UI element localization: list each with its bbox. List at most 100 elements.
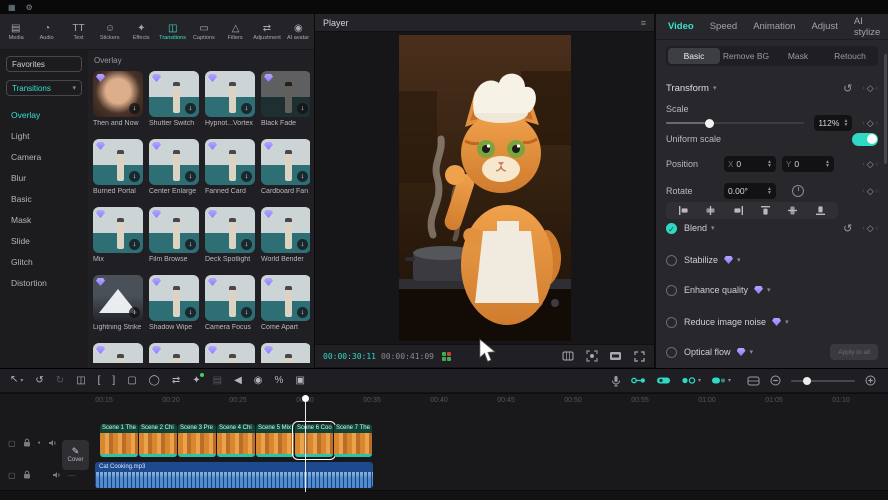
scale-slider[interactable] xyxy=(666,122,804,124)
sidebar-item-light[interactable]: Light xyxy=(6,125,82,146)
scale-value-field[interactable]: 112% ▲▼ xyxy=(814,115,852,131)
transitions-group-dropdown[interactable]: Transitions ▾ xyxy=(6,80,82,96)
transition-fanned-card[interactable]: ↓ Fanned Card xyxy=(205,139,255,195)
uniform-scale-toggle[interactable] xyxy=(852,133,878,146)
favorites-button[interactable]: Favorites xyxy=(6,56,82,72)
tab-video[interactable]: Video xyxy=(668,21,694,32)
align-h-center-icon[interactable] xyxy=(705,205,717,217)
zoom-out-icon[interactable] xyxy=(770,375,781,386)
transition-film-browse[interactable]: ↓ Film Browse xyxy=(149,207,199,263)
keyframe-control[interactable]: ‹◇› xyxy=(862,118,878,129)
chevron-down-icon[interactable]: ▾ xyxy=(767,286,771,294)
transition-item[interactable]: ↓ xyxy=(93,343,143,363)
top-tab-filters[interactable]: △Filters xyxy=(220,23,251,41)
loop-icon[interactable]: ⇄ xyxy=(172,375,180,387)
transition-cardboard-fan[interactable]: ↓ Cardboard Fan xyxy=(261,139,310,195)
download-icon[interactable]: ↓ xyxy=(297,103,308,114)
align-right-icon[interactable] xyxy=(732,205,744,217)
sidebar-item-mask[interactable]: Mask xyxy=(6,209,82,230)
video-clip-2[interactable]: Scene 2 Chi xyxy=(139,424,177,457)
transition-camera-focus[interactable]: ↓ Camera Focus xyxy=(205,275,255,331)
reset-icon[interactable]: ↺ xyxy=(843,82,852,95)
character-icon[interactable]: ◉ xyxy=(254,375,263,387)
top-tab-effects[interactable]: ✦Effects xyxy=(126,23,157,41)
download-icon[interactable]: ↓ xyxy=(185,171,196,182)
settings-icon[interactable]: ⚙ xyxy=(26,3,33,12)
lock-icon[interactable] xyxy=(23,466,31,484)
zoom-in-icon[interactable] xyxy=(865,375,876,386)
align-v-center-icon[interactable] xyxy=(787,205,799,217)
keyframe-control[interactable]: ‹◇› xyxy=(862,223,878,234)
chevron-down-icon[interactable]: ▾ xyxy=(737,256,741,264)
sidebar-item-distortion[interactable]: Distortion xyxy=(6,272,82,293)
rotate-value-field[interactable]: 0.00° ▲▼ xyxy=(724,183,776,199)
scrollbar[interactable] xyxy=(884,54,887,164)
speed-percent-icon[interactable]: % xyxy=(275,375,284,387)
track-options-icon[interactable]: ▾ xyxy=(711,376,731,385)
transition-world-bender[interactable]: ↓ World Bender xyxy=(261,207,310,263)
download-icon[interactable]: ↓ xyxy=(129,239,140,250)
download-icon[interactable]: ↓ xyxy=(241,103,252,114)
top-tab-stickers[interactable]: ☺Stickers xyxy=(94,23,125,41)
snap-toggle-icon[interactable] xyxy=(656,376,671,385)
screen-capture-icon[interactable]: ▣ xyxy=(295,375,304,387)
download-icon[interactable]: ↓ xyxy=(129,103,140,114)
fullscreen-icon[interactable] xyxy=(633,350,646,363)
feature-checkbox[interactable] xyxy=(666,317,677,328)
transition-center-enlarge[interactable]: ↓ Center Enlarge xyxy=(149,139,199,195)
sidebar-item-slide[interactable]: Slide xyxy=(6,230,82,251)
sidebar-item-overlay[interactable]: Overlay xyxy=(6,104,82,125)
transition-item[interactable]: ↓ xyxy=(149,343,199,363)
transition-then-and-now[interactable]: ↓ Then and Now xyxy=(93,71,143,127)
player-canvas[interactable] xyxy=(315,32,654,344)
layout-icon[interactable]: ▤ xyxy=(213,375,222,387)
sidebar-item-blur[interactable]: Blur xyxy=(6,167,82,188)
playhead[interactable] xyxy=(305,395,306,492)
sidebar-item-glitch[interactable]: Glitch xyxy=(6,251,82,272)
voiceover-mic-icon[interactable] xyxy=(611,375,621,387)
transition-item[interactable]: ↓ xyxy=(261,343,310,363)
download-icon[interactable]: ↓ xyxy=(185,103,196,114)
video-clip-5[interactable]: Scene 5 Mix xyxy=(256,424,294,457)
download-icon[interactable]: ↓ xyxy=(129,171,140,182)
aspect-ratio-icon[interactable] xyxy=(561,350,574,363)
mute-track-icon[interactable] xyxy=(52,466,61,484)
chevron-down-icon[interactable]: ▾ xyxy=(713,84,717,92)
video-clip-6[interactable]: Scene 6 Coo xyxy=(295,424,333,457)
feature-checkbox[interactable] xyxy=(666,255,677,266)
sidebar-item-camera[interactable]: Camera xyxy=(6,146,82,167)
chevron-down-icon[interactable]: ▾ xyxy=(785,318,789,326)
tab-animation[interactable]: Animation xyxy=(753,21,795,32)
top-tab-transitions[interactable]: ◫Transitions xyxy=(157,23,188,41)
player-options-icon[interactable]: ≡ xyxy=(641,18,646,28)
chevron-down-icon[interactable]: ▾ xyxy=(711,224,715,232)
align-top-icon[interactable] xyxy=(760,205,772,217)
download-icon[interactable]: ↓ xyxy=(297,307,308,318)
transition-come-apart[interactable]: ↓ Come Apart xyxy=(261,275,310,331)
download-icon[interactable]: ↓ xyxy=(241,307,252,318)
toggle-track-icon[interactable]: ▢ xyxy=(8,471,16,480)
app-menu-icon[interactable]: ▦ xyxy=(8,3,16,12)
download-icon[interactable]: ↓ xyxy=(297,239,308,250)
align-bottom-icon[interactable] xyxy=(814,205,826,217)
scale-slider-knob[interactable] xyxy=(705,119,714,128)
transition-shadow-wipe[interactable]: ↓ Shadow Wipe xyxy=(149,275,199,331)
rotate-dial-icon[interactable] xyxy=(792,185,804,197)
reset-icon[interactable]: ↺ xyxy=(843,222,852,235)
cover-button[interactable]: ✎ Cover xyxy=(62,440,89,470)
stepper[interactable]: ▲▼ xyxy=(825,160,830,168)
trim-right-icon[interactable]: ] xyxy=(112,375,115,387)
transition-mix[interactable]: ↓ Mix xyxy=(93,207,143,263)
position-x-field[interactable]: X 0 ▲▼ xyxy=(724,156,776,172)
video-clip-3[interactable]: Scene 3 Pre xyxy=(178,424,216,457)
link-toggle-icon[interactable]: ▾ xyxy=(681,376,701,385)
video-clip-1[interactable]: Scene 1 The xyxy=(100,424,138,457)
keyframe-control[interactable]: ‹◇› xyxy=(862,186,878,197)
preview-quality-icon[interactable] xyxy=(609,350,622,363)
download-icon[interactable]: ↓ xyxy=(129,307,140,318)
audio-clip[interactable]: Cat Cooking.mp3 xyxy=(95,462,373,488)
download-icon[interactable]: ↓ xyxy=(185,307,196,318)
blend-checkbox[interactable]: ✓ xyxy=(666,223,677,234)
tab-adjust[interactable]: Adjust xyxy=(811,21,837,32)
zoom-slider-knob[interactable] xyxy=(803,377,811,385)
